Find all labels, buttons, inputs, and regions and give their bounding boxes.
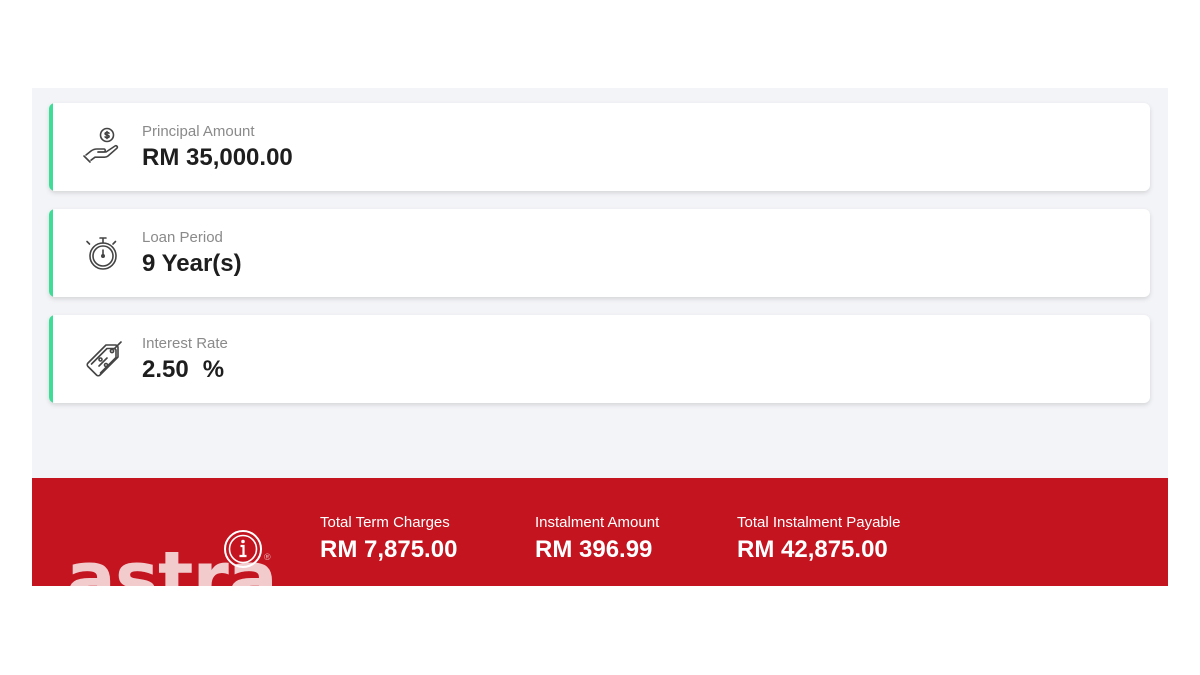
stopwatch-icon xyxy=(86,237,117,270)
percent-unit: % xyxy=(202,356,225,383)
interest-rate-number: 2.50 xyxy=(142,356,189,383)
instalment-amount: Instalment Amount RM 396.99 xyxy=(535,514,659,565)
total-term-charges-label: Total Term Charges xyxy=(320,514,450,531)
percent-tag-icon xyxy=(86,341,122,377)
total-instalment-payable-value: RM 42,875.00 xyxy=(737,536,888,563)
loan-period-card[interactable]: Loan Period 9 Year(s) xyxy=(49,209,1150,297)
loan-inputs-panel: Principal Amount RM 35,000.00 Loan Perio… xyxy=(32,88,1168,478)
total-term-charges: Total Term Charges RM 7,875.00 xyxy=(320,514,457,565)
total-term-charges-value: RM 7,875.00 xyxy=(320,536,458,563)
interest-rate-label: Interest Rate xyxy=(142,335,228,352)
loan-period-label: Loan Period xyxy=(142,229,223,246)
interest-rate-value[interactable]: 2.50% xyxy=(142,356,224,384)
interest-rate-card[interactable]: Interest Rate 2.50% xyxy=(49,315,1150,403)
loan-period-value[interactable]: 9 Year(s) xyxy=(142,250,242,278)
hand-dollar-icon xyxy=(83,127,119,163)
principal-amount-value[interactable]: RM 35,000.00 xyxy=(142,144,293,172)
total-instalment-payable: Total Instalment Payable RM 42,875.00 xyxy=(737,514,900,565)
principal-amount-label: Principal Amount xyxy=(142,123,255,140)
instalment-amount-label: Instalment Amount xyxy=(535,514,660,531)
principal-amount-card[interactable]: Principal Amount RM 35,000.00 xyxy=(49,103,1150,191)
instalment-amount-value: RM 396.99 xyxy=(535,536,653,563)
total-instalment-payable-label: Total Instalment Payable xyxy=(737,514,901,531)
astra-watermark-logo: astra xyxy=(66,536,278,622)
